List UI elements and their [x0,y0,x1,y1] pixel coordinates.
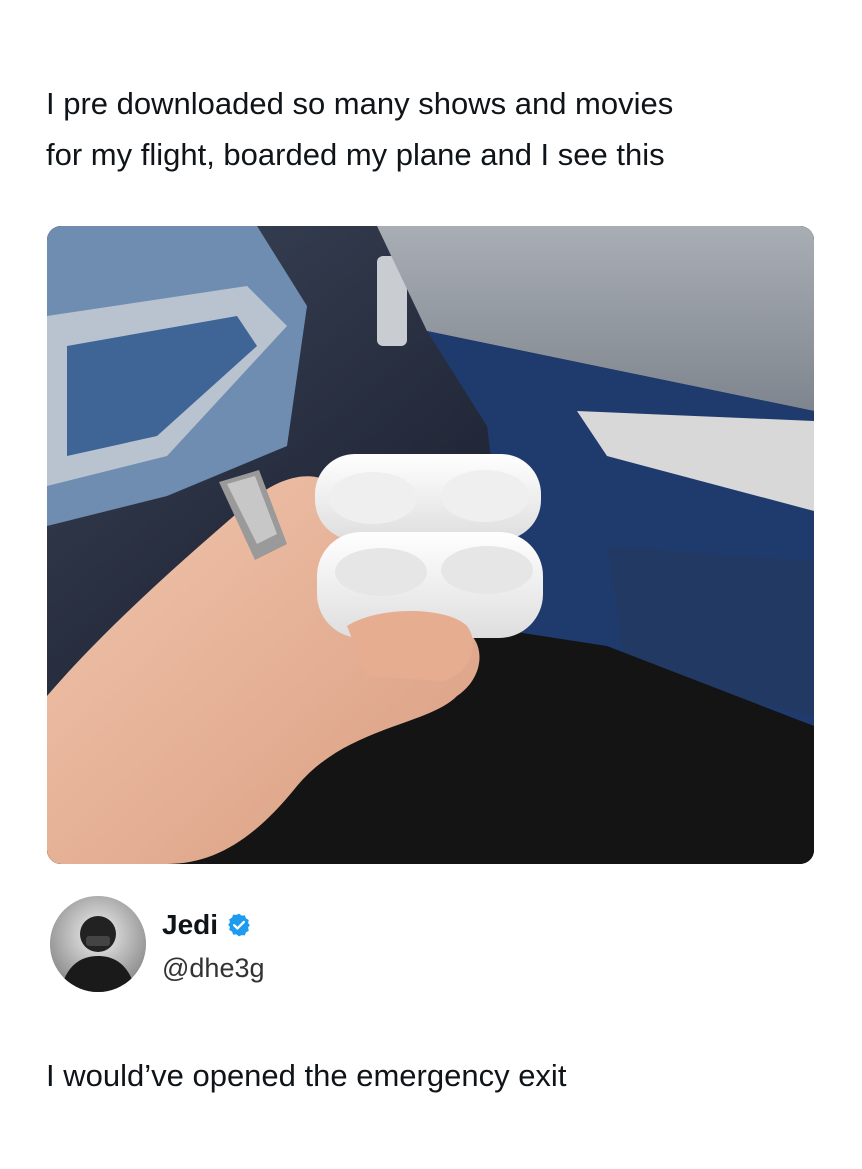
post-photo[interactable] [47,226,814,864]
avatar[interactable] [50,896,146,992]
airpods-case-photo [47,226,814,864]
user-handle[interactable]: @dhe3g [162,952,265,984]
reply-text: I would’ve opened the emergency exit [46,1058,567,1093]
reply-tweet[interactable]: Jedi @dhe3g [50,896,810,1000]
name-row: Jedi [162,908,252,942]
avatar-image [50,896,146,992]
verified-badge-icon [226,912,252,938]
post-caption: I pre downloaded so many shows and movie… [46,86,674,172]
display-name[interactable]: Jedi [162,908,218,942]
